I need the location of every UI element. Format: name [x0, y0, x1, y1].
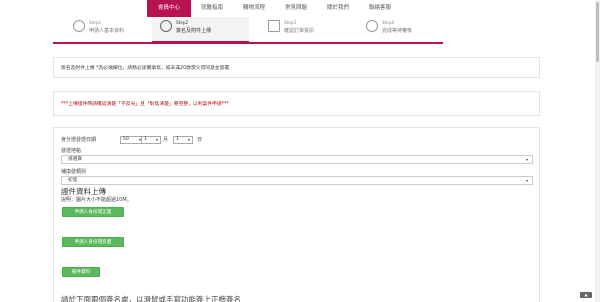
place-value: 請選擇 [68, 157, 82, 162]
chevron-down-icon: ▾ [525, 157, 528, 162]
month-value: 1 [144, 137, 147, 142]
day-value: 1 [176, 137, 179, 142]
step-num: Step2 [176, 20, 189, 25]
upload-other-button[interactable]: 補件資料 [62, 267, 100, 277]
document-icon [268, 20, 280, 32]
chevron-down-icon: ▾ [187, 137, 190, 142]
upload-icon [160, 20, 172, 32]
nav-shopping-flow[interactable]: 購物流程 [233, 0, 275, 17]
step-label: 完成等待審核 [382, 28, 413, 34]
step-2: Step2 簽名及附件上傳 [152, 17, 249, 44]
upload-note: 說明：圖片大小不能超過10M。 [61, 197, 132, 203]
top-arrow-icon[interactable]: ▲ [580, 292, 592, 298]
signature-instruction: 請於下面兩個簽名處，以滑鼠或手寫功能簽上正楷簽名 [61, 295, 241, 302]
chevron-down-icon: ▾ [525, 178, 528, 183]
clock-icon [366, 20, 378, 32]
step-3: Step3 確認訂單資訊 [268, 17, 358, 44]
step-4: Step4 完成等待審核 [366, 17, 443, 44]
day-select[interactable]: 1 ▾ [173, 136, 193, 144]
type-label: 補換發類別 [61, 169, 87, 175]
upload-front-button[interactable]: 申請人身份證正面 [62, 207, 124, 217]
step-num: Step4 [382, 20, 395, 25]
steps-bar: Step1 申請人基本資料 Step2 簽名及附件上傳 Step3 確認訂單資訊… [53, 17, 443, 44]
nav-member-center[interactable]: 會員中心 [147, 0, 191, 17]
birth-date-label: 身分證發證日期 [61, 137, 97, 143]
place-select[interactable]: 請選擇 ▾ [61, 155, 533, 164]
scrollbar-thumb[interactable] [596, 2, 599, 62]
upload-back-button[interactable]: 申請人身份證反面 [62, 237, 124, 247]
chevron-down-icon: ▾ [155, 137, 158, 142]
month-select[interactable]: 1 ▾ [141, 136, 161, 144]
step-label: 確認訂單資訊 [284, 28, 315, 34]
step-label: 簽名及附件上傳 [176, 28, 212, 34]
type-value: 初發 [68, 178, 78, 183]
nav-faq[interactable]: 常見問題 [275, 0, 317, 17]
place-label: 發證地點 [61, 148, 82, 154]
nav-guide[interactable]: 就醫指南 [191, 0, 233, 17]
info-notice: 簽名及附件上傳 *為必填欄位，請務必詳實填寫，如未滿20歲需父母同意並簽署 [53, 57, 540, 78]
step-1: Step1 申請人基本資料 [73, 17, 163, 44]
month-unit: 月 [163, 137, 169, 143]
step-num: Step3 [284, 20, 297, 25]
warning-notice: ***上傳證件時請確認清楚「不反光」且「對焦清楚」要完整，以利案件申請*** [53, 91, 540, 116]
year-value: 50 [123, 137, 129, 142]
form-panel: 身分證發證日期 50▾ 年 1▾ 月 1▾ 日 發證地點 請選擇▾ 補換發類別 … [53, 127, 540, 302]
step-label: 申請人基本資料 [89, 28, 125, 34]
scrollbar[interactable] [595, 0, 600, 302]
nav-contact[interactable]: 聯絡客服 [359, 0, 401, 17]
person-icon [73, 20, 85, 32]
nav-about[interactable]: 關於我們 [317, 0, 359, 17]
top-nav: 會員中心 就醫指南 購物流程 常見問題 關於我們 聯絡客服 [147, 0, 401, 17]
type-select[interactable]: 初發 ▾ [61, 176, 533, 185]
step-num: Step1 [89, 20, 102, 25]
day-unit: 日 [197, 137, 203, 143]
